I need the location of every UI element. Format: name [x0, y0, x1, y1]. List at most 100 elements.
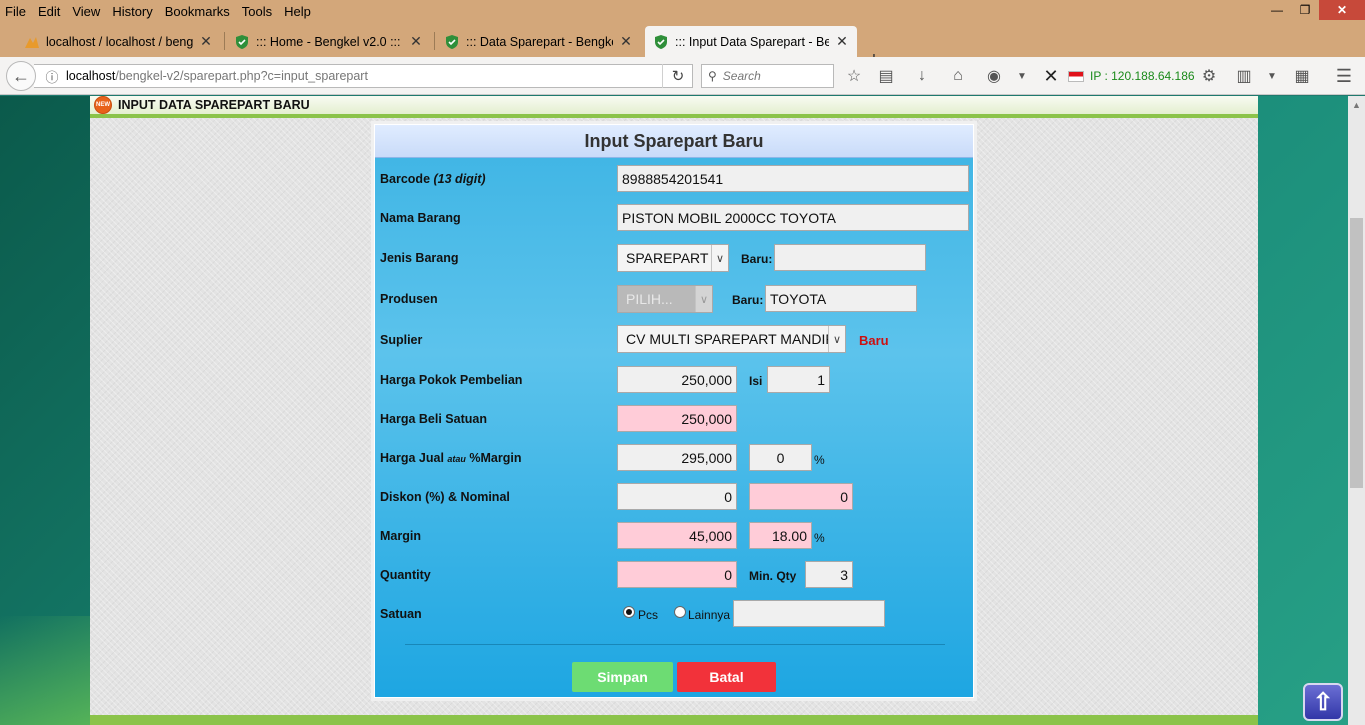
tab-input-sparepart[interactable]: ::: Input Data Sparepart - Ber ✕ [645, 26, 857, 57]
menu-history[interactable]: History [106, 4, 158, 19]
percent-sign: % [814, 453, 825, 467]
minimize-icon[interactable]: — [1263, 0, 1291, 20]
scroll-up-icon[interactable]: ▲ [1348, 96, 1365, 113]
tab-label: localhost / localhost / bengk [46, 34, 193, 49]
menu-file[interactable]: File [0, 4, 32, 19]
clipboard-icon[interactable]: ▥ [1233, 65, 1255, 87]
search-icon: ⚲ [708, 69, 717, 83]
isi-input[interactable]: 1 [767, 366, 830, 393]
window-controls: — ❐ ✕ [1263, 0, 1365, 22]
page-content: NEW INPUT DATA SPAREPART BARU Input Spar… [90, 96, 1258, 725]
satuan-lainnya-input[interactable] [733, 600, 885, 627]
input-sparepart-form: Input Sparepart Baru Barcode (13 digit) … [374, 124, 974, 698]
produsen-baru-input[interactable]: TOYOTA [765, 285, 917, 312]
menu-edit[interactable]: Edit [32, 4, 66, 19]
tab-data-sparepart[interactable]: ::: Data Sparepart - Bengkel v ✕ [436, 26, 641, 57]
harga-jual-label-b: atau [447, 454, 466, 464]
hamburger-menu-icon[interactable]: ☰ [1333, 65, 1355, 87]
form-title: Input Sparepart Baru [375, 125, 973, 158]
close-tab-icon[interactable]: ✕ [619, 33, 633, 50]
tab-phpmyadmin[interactable]: localhost / localhost / bengk ✕ [16, 26, 221, 57]
url-bar[interactable]: ⓘ localhost/bengkel-v2/sparepart.php?c=i… [34, 64, 693, 88]
harga-pokok-input[interactable]: 250,000 [617, 366, 737, 393]
margin-label: Margin [380, 529, 421, 543]
nama-barang-input[interactable]: PISTON MOBIL 2000CC TOYOTA [617, 204, 969, 231]
produsen-select[interactable]: PILIH... ∨ [617, 285, 713, 313]
simpan-button[interactable]: Simpan [572, 662, 673, 692]
quantity-input[interactable]: 0 [617, 561, 737, 588]
close-window-icon[interactable]: ✕ [1319, 0, 1365, 20]
ip-indicator[interactable]: IP : 120.188.64.186 [1068, 68, 1195, 84]
menu-tools[interactable]: Tools [236, 4, 278, 19]
diskon-percent-input[interactable]: 0 [617, 483, 737, 510]
harga-pokok-label: Harga Pokok Pembelian [380, 373, 523, 387]
margin-percent-output[interactable]: 18.00 [749, 522, 812, 549]
satuan-lainnya-radio[interactable] [674, 606, 686, 618]
harga-jual-label-a: Harga Jual [380, 451, 444, 465]
diskon-nominal-input[interactable]: 0 [749, 483, 853, 510]
search-input[interactable]: ⚲ Search [701, 64, 834, 88]
tab-label: ::: Data Sparepart - Bengkel v [466, 34, 613, 49]
sidebar-icon[interactable]: ▦ [1291, 65, 1313, 87]
produsen-selected: PILIH... [626, 291, 673, 307]
min-qty-label: Min. Qty [749, 569, 797, 583]
satuan-pcs-radio[interactable] [623, 606, 635, 618]
harga-jual-input[interactable]: 295,000 [617, 444, 737, 471]
tab-separator [434, 32, 435, 50]
percent-sign: % [814, 531, 825, 545]
tab-label: ::: Input Data Sparepart - Ber [675, 34, 829, 49]
jenis-barang-select[interactable]: SPAREPART ∨ [617, 244, 729, 272]
batal-button[interactable]: Batal [677, 662, 776, 692]
dropdown-arrow-icon[interactable]: ▼ [1011, 65, 1033, 87]
home-icon[interactable]: ⌂ [947, 65, 969, 87]
scrollbar-thumb[interactable] [1350, 218, 1363, 488]
tab-separator [224, 32, 225, 50]
close-tab-icon[interactable]: ✕ [199, 33, 213, 50]
reading-list-icon[interactable]: ▤ [875, 65, 897, 87]
reload-icon[interactable]: ↻ [662, 64, 693, 88]
chevron-down-icon: ∨ [711, 245, 728, 271]
shield-icon [234, 34, 250, 50]
back-arrow-icon: ← [12, 65, 30, 86]
min-qty-input[interactable]: 3 [805, 561, 853, 588]
page-scrollbar[interactable]: ▲ [1348, 96, 1365, 725]
tab-bar: localhost / localhost / bengk ✕ ::: Home… [0, 22, 1365, 70]
back-button[interactable]: ← [6, 61, 36, 91]
menu-bookmarks[interactable]: Bookmarks [159, 4, 236, 19]
menu-view[interactable]: View [66, 4, 106, 19]
jenis-baru-label: Baru: [741, 252, 773, 266]
x-extension-icon[interactable]: ✕ [1040, 65, 1062, 87]
bookmark-star-icon[interactable]: ☆ [843, 65, 865, 87]
barcode-input[interactable]: 8988854201541 [617, 165, 969, 192]
menu-help[interactable]: Help [278, 4, 317, 19]
form-divider [405, 644, 945, 645]
shield-icon [444, 34, 460, 50]
suplier-baru-link[interactable]: Baru [859, 333, 889, 348]
navigation-bar: ⓘ localhost/bengkel-v2/sparepart.php?c=i… [0, 57, 1365, 95]
harga-jual-label: Harga Jual atau %Margin [380, 451, 522, 465]
restore-icon[interactable]: ❐ [1291, 0, 1319, 20]
harga-beli-satuan-input[interactable]: 250,000 [617, 405, 737, 432]
tab-home[interactable]: ::: Home - Bengkel v2.0 ::: ✕ [226, 26, 431, 57]
dropdown-arrow-icon[interactable]: ▼ [1261, 65, 1283, 87]
scroll-to-top-button[interactable]: ⇧ [1303, 683, 1343, 721]
suplier-selected: CV MULTI SPAREPART MANDIRI [626, 331, 840, 347]
page-footer [90, 715, 1258, 725]
download-icon[interactable]: ↓ [911, 65, 933, 87]
margin-input[interactable]: 45,000 [617, 522, 737, 549]
jenis-baru-input[interactable] [774, 244, 926, 271]
close-tab-icon[interactable]: ✕ [409, 33, 423, 50]
search-placeholder: Search [722, 69, 761, 83]
screenshot-icon[interactable]: ◉ [983, 65, 1005, 87]
suplier-label: Suplier [380, 333, 423, 347]
suplier-select[interactable]: CV MULTI SPAREPART MANDIRI ∨ [617, 325, 846, 353]
close-tab-icon[interactable]: ✕ [835, 33, 849, 50]
info-icon[interactable]: ⓘ [38, 67, 66, 86]
flag-icon [1068, 70, 1084, 82]
tab-label: ::: Home - Bengkel v2.0 ::: [256, 34, 401, 49]
chevron-down-icon: ∨ [828, 326, 845, 352]
margin-percent-input[interactable]: 0 [749, 444, 812, 471]
barcode-label-text: Barcode [380, 172, 431, 186]
extension-icon[interactable]: ⚙ [1198, 65, 1220, 87]
barcode-label: Barcode (13 digit) [380, 172, 486, 186]
